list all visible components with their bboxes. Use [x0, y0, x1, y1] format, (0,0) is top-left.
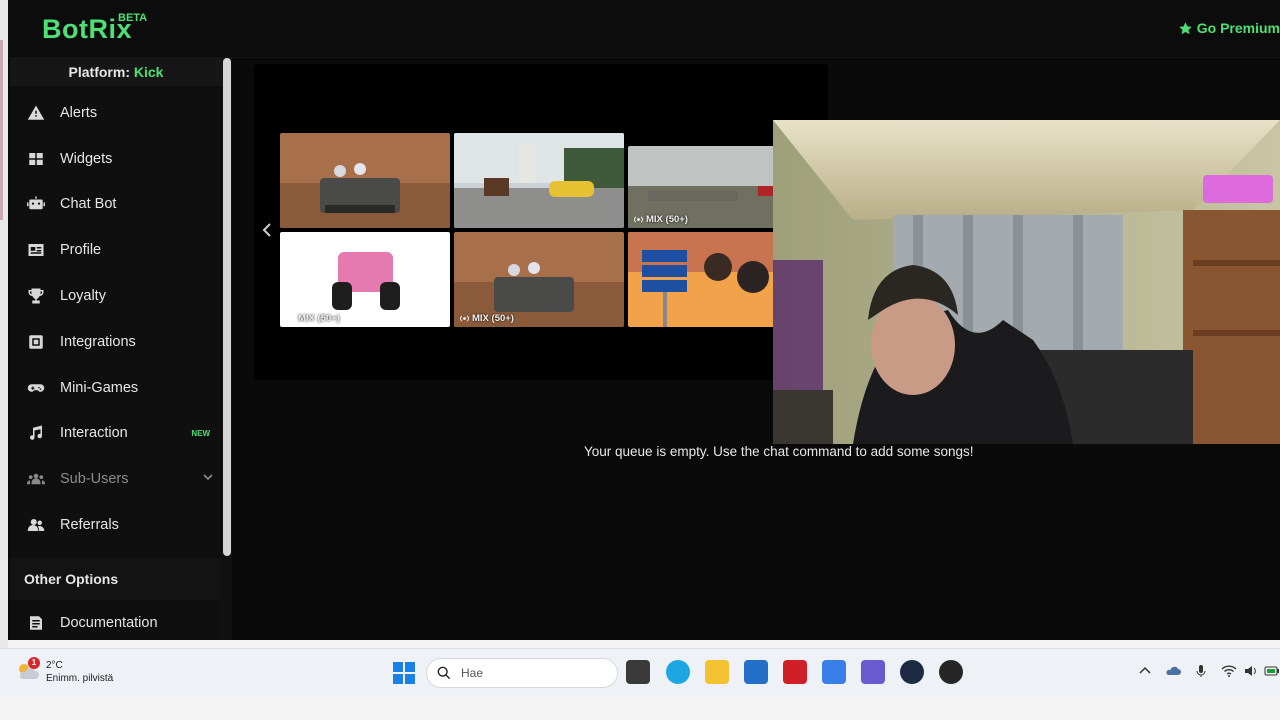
- wifi-icon[interactable]: [1221, 663, 1237, 679]
- mail-icon[interactable]: [822, 660, 846, 684]
- taskbar: 1 2°C Enimm. pilvistä Hae: [0, 648, 1280, 696]
- go-premium-label: Go Premium: [1196, 20, 1280, 36]
- sidebar-item-loyalty[interactable]: Loyalty: [10, 276, 222, 316]
- chevron-down-icon: [203, 474, 213, 481]
- topbar: BotRix BETA Go Premium: [8, 0, 1280, 58]
- weather-description: Enimm. pilvistä: [46, 673, 114, 684]
- sidebar-item-integrations[interactable]: Integrations: [10, 322, 222, 362]
- alert-triangle-icon: [26, 103, 46, 123]
- app-l-icon[interactable]: [783, 660, 807, 684]
- sidebar-item-label: Loyalty: [60, 288, 106, 304]
- queue-empty-message: Your queue is empty. Use the chat comman…: [584, 444, 974, 459]
- playlist-thumbnail[interactable]: MIX (50+): [280, 232, 450, 327]
- obs-icon[interactable]: [939, 660, 963, 684]
- go-premium-button[interactable]: Go Premium: [1178, 20, 1280, 36]
- robot-icon: [26, 194, 46, 214]
- radio-icon: [634, 216, 643, 223]
- weather-text: 2°C Enimm. pilvistä: [46, 659, 113, 685]
- sidebar-item-sub-users[interactable]: Sub-Users: [10, 459, 222, 499]
- sidebar-item-documentation[interactable]: Documentation: [10, 603, 222, 640]
- taskbar-search-input[interactable]: Hae: [426, 658, 618, 688]
- playlist-thumbnail[interactable]: MIX (50+): [454, 232, 624, 327]
- new-badge: NEW: [191, 428, 210, 438]
- teams-icon[interactable]: [861, 660, 885, 684]
- thumbnail-label-text: MIX (50+): [646, 214, 688, 225]
- sidebar-item-interaction[interactable]: Interaction NEW: [10, 413, 222, 453]
- temperature: 2°C: [46, 660, 63, 671]
- webcam-feed-image: [773, 120, 1280, 444]
- scrollbar-thumb[interactable]: [223, 58, 231, 556]
- sidebar-item-chat-bot[interactable]: Chat Bot: [10, 184, 222, 224]
- notification-badge: 1: [28, 657, 40, 669]
- trophy-icon: [26, 286, 46, 306]
- sidebar-item-widgets[interactable]: Widgets: [10, 139, 222, 179]
- webcam-overlay: [773, 120, 1280, 444]
- chevron-up-icon[interactable]: [1137, 663, 1153, 679]
- road-sign-thumbnail-image: [628, 232, 780, 327]
- window-edge: [0, 0, 8, 648]
- playlist-thumbnail[interactable]: [280, 133, 450, 228]
- platform-name: Kick: [133, 64, 164, 80]
- chevron-left-icon[interactable]: [260, 222, 274, 238]
- sidebar-item-label: Interaction: [60, 425, 128, 441]
- sidebar-item-label: Alerts: [60, 105, 98, 121]
- search-placeholder: Hae: [461, 666, 484, 680]
- star-icon: [1179, 21, 1192, 34]
- sidebar-item-profile[interactable]: Profile: [10, 230, 222, 270]
- microphone-icon[interactable]: [1193, 663, 1209, 679]
- platform-prefix: Platform:: [68, 64, 130, 80]
- sidebar-item-label: Chat Bot: [60, 196, 117, 212]
- cloud-icon: 1: [16, 657, 40, 683]
- integrations-icon: [26, 332, 46, 352]
- users-icon: [26, 469, 46, 489]
- gamepad-icon: [26, 378, 46, 398]
- speaker-icon[interactable]: [1243, 663, 1259, 679]
- search-icon: [437, 666, 451, 680]
- platform-row: Platform: Kick: [10, 58, 222, 86]
- sidebar-item-label: Integrations: [60, 334, 136, 350]
- user-group-icon: [26, 515, 46, 535]
- radio-icon: [286, 315, 295, 322]
- playlist-thumbnail[interactable]: [628, 232, 780, 327]
- id-card-icon: [26, 240, 46, 260]
- steam-icon[interactable]: [900, 660, 924, 684]
- radio-icon: [460, 315, 469, 322]
- battery-icon[interactable]: [1264, 663, 1280, 679]
- edge-mark: [0, 40, 3, 220]
- other-options-heading: Other Options: [10, 558, 222, 600]
- edge-browser-icon[interactable]: [666, 660, 690, 684]
- thumbnail-label: MIX (50+): [460, 313, 514, 324]
- task-view-icon[interactable]: [626, 660, 650, 684]
- beta-badge: BETA: [118, 12, 148, 24]
- file-explorer-icon[interactable]: [705, 660, 729, 684]
- thumbnail-label-text: MIX (50+): [298, 313, 340, 324]
- sidebar-item-label: Referrals: [60, 517, 119, 533]
- weather-widget[interactable]: 1 2°C Enimm. pilvistä: [16, 657, 113, 685]
- thumbnail-label-text: MIX (50+): [472, 313, 514, 324]
- onedrive-icon[interactable]: [1165, 663, 1181, 679]
- thumbnail-label: MIX (50+): [286, 313, 340, 324]
- music-note-icon: [26, 423, 46, 443]
- sidebar-item-mini-games[interactable]: Mini-Games: [10, 368, 222, 408]
- sidebar: Platform: Kick Alerts Widgets Chat Bot P…: [10, 58, 222, 640]
- sidebar-item-label: Widgets: [60, 151, 113, 167]
- store-icon[interactable]: [744, 660, 768, 684]
- sidebar-item-referrals[interactable]: Referrals: [10, 505, 222, 545]
- playlist-thumbnail[interactable]: [454, 133, 624, 228]
- sidebar-item-alerts[interactable]: Alerts: [10, 93, 222, 133]
- sidebar-scrollbar[interactable]: [222, 58, 232, 640]
- sidebar-item-label: Mini-Games: [60, 380, 139, 396]
- sidebar-item-label: Profile: [60, 242, 102, 258]
- windows-start-icon[interactable]: [393, 662, 415, 684]
- thumbnail-label: MIX (50+): [634, 214, 688, 225]
- sidebar-item-label: Documentation: [60, 615, 158, 631]
- document-icon: [26, 613, 46, 633]
- windmill-thumbnail-image: [454, 133, 624, 228]
- widgets-grid-icon: [26, 149, 46, 169]
- playlist-thumbnail[interactable]: MIX (50+): [628, 146, 780, 228]
- car-thumbnail-image: [280, 133, 450, 228]
- sidebar-item-label: Sub-Users: [60, 471, 129, 487]
